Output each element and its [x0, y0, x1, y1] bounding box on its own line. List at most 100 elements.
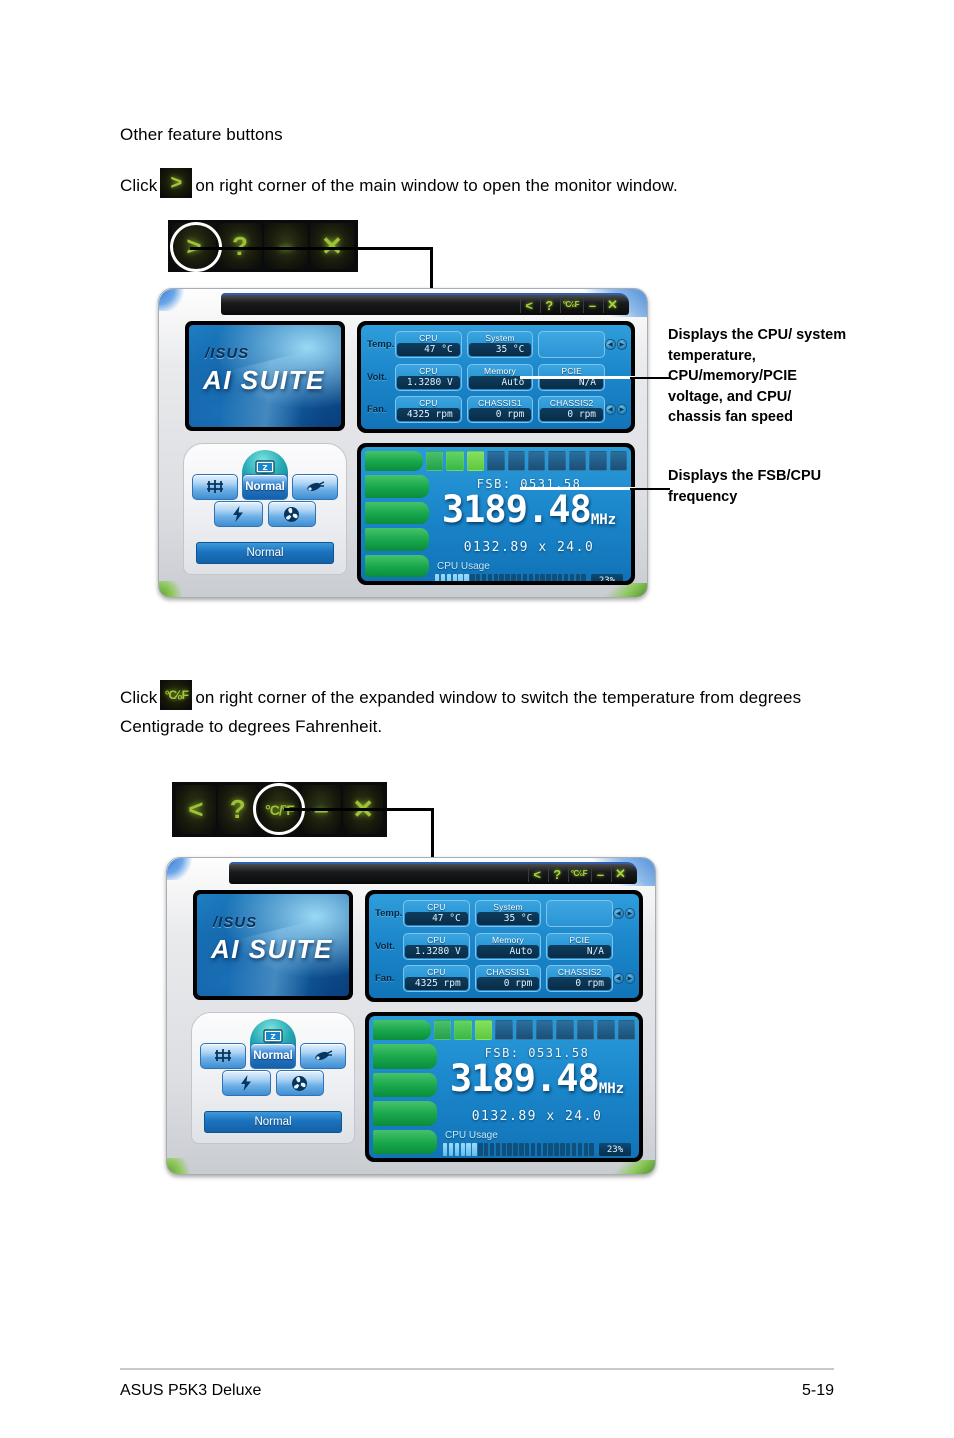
usage-tick — [577, 1143, 583, 1156]
mode-control-panel: Z Normal Normal — [191, 1012, 355, 1144]
usage-tick — [583, 1143, 588, 1156]
ai-booster-button[interactable] — [300, 1043, 346, 1069]
level-meter-primary-block — [365, 451, 423, 471]
lightning-bolt-icon — [233, 506, 244, 522]
window-titlebar: < ? °C⁄₀F – ✕ — [229, 862, 637, 884]
usage-tick — [571, 1143, 577, 1156]
paragraph-temperature-toggle: Click °C⁄₀F on right corner of the expande… — [120, 680, 880, 741]
cpu-fan-title: CPU — [419, 398, 438, 408]
asus-brand-text: /ISUS — [205, 345, 250, 362]
close-button[interactable]: ✕ — [603, 297, 621, 313]
cpu-fan-value: 4325 rpm — [405, 977, 468, 990]
level-segment — [556, 1020, 574, 1040]
cpu-temperature-cell: CPU 47 °C — [395, 331, 462, 358]
cpu-frequency-readout: 3189.48MHz — [443, 1060, 631, 1108]
level-meter-left-block — [365, 554, 429, 577]
fan-nav-arrows: ◀ ▶ — [613, 973, 635, 984]
level-meter-top — [365, 451, 628, 471]
temperature-prev-icon[interactable]: ◀ — [605, 339, 616, 350]
fan-prev-icon[interactable]: ◀ — [613, 973, 624, 984]
collapse-button[interactable]: < — [527, 866, 546, 882]
usage-tick — [472, 1143, 477, 1156]
usage-tick — [511, 574, 516, 581]
minimize-button[interactable]: – — [591, 866, 609, 882]
voltage-row: Volt. CPU 1.3280 V Memory Auto PCIE N/A — [371, 931, 635, 962]
usage-tick — [460, 1143, 465, 1156]
rocket-icon — [315, 1050, 333, 1061]
ai-gear-button[interactable] — [192, 474, 238, 500]
usage-tick — [495, 1143, 501, 1156]
level-meter-left-block — [373, 1129, 437, 1154]
callout-text-frequency: Displays the FSB/CPU frequency — [668, 468, 822, 505]
chassis2-fan-cell: CHASSIS2 0 rpm — [546, 965, 614, 992]
usage-tick — [581, 574, 586, 581]
level-segment — [425, 451, 444, 471]
usage-tick — [443, 1143, 448, 1156]
memory-voltage-value: Auto — [476, 944, 540, 958]
temperature-next-icon[interactable]: ▶ — [616, 339, 627, 350]
cpu-voltage-title: CPU — [427, 934, 446, 945]
level-meter-left-block — [373, 1044, 437, 1069]
level-segment — [454, 1020, 472, 1040]
callout-leader-horizontal-2 — [284, 808, 434, 811]
cpu-temperature-title: CPU — [427, 902, 446, 912]
temperature-unit-toggle-button[interactable]: °C⁄₀F — [567, 866, 589, 882]
level-segment — [466, 451, 485, 471]
titlebar-button-group: < ? °C⁄₀F – ✕ — [519, 297, 621, 313]
collapse-button[interactable]: < — [176, 785, 216, 834]
click-word-1: Click — [120, 176, 158, 195]
usage-tick — [458, 574, 463, 581]
level-meter-left — [373, 1044, 437, 1154]
cpu-fan-cell: CPU 4325 rpm — [395, 396, 462, 423]
minimize-button[interactable]: – — [583, 297, 601, 313]
close-button[interactable]: ✕ — [611, 866, 629, 882]
mode-control-panel: Z Normal Normal — [183, 443, 347, 575]
usage-tick — [575, 574, 580, 581]
callout-leader-horizontal-1 — [190, 247, 433, 250]
expand-button[interactable]: > — [172, 223, 216, 269]
cpu-voltage-title: CPU — [419, 365, 438, 376]
asus-brand-text: /ISUS — [213, 914, 258, 931]
mode-normal-button[interactable]: Normal — [250, 1043, 296, 1069]
ai-suite-title-text: AI SUITE — [211, 934, 333, 964]
cpu-temperature-title: CPU — [419, 333, 438, 343]
rocket-icon — [307, 481, 325, 492]
fan-next-icon[interactable]: ▶ — [624, 973, 635, 984]
temperature-unit-toggle-button[interactable]: °C⁄₀F — [559, 297, 581, 313]
temperature-nav-arrows: ◀ ▶ — [605, 339, 627, 350]
help-button[interactable]: ? — [539, 297, 558, 313]
help-button[interactable]: ? — [218, 223, 262, 269]
ai-fan-button[interactable] — [267, 501, 316, 527]
help-button[interactable]: ? — [547, 866, 566, 882]
callout-line-sensors — [630, 377, 670, 379]
lightning-bolt-icon — [241, 1075, 252, 1091]
ai-power-button[interactable] — [222, 1070, 271, 1096]
temperature-next-icon[interactable]: ▶ — [624, 908, 635, 919]
ai-power-button[interactable] — [214, 501, 263, 527]
logo-backdrop: /ISUS AI SUITE — [197, 894, 349, 996]
corner-accent-top-left — [167, 858, 193, 880]
corner-accent-top-left — [159, 289, 185, 311]
collapse-button[interactable]: < — [519, 297, 538, 313]
system-temperature-value: 35 °C — [468, 343, 532, 356]
fan-row-label: Fan. — [367, 404, 387, 415]
temperature-prev-icon[interactable]: ◀ — [613, 908, 624, 919]
gear-shift-icon — [215, 1049, 231, 1062]
mode-normal-button[interactable]: Normal — [242, 474, 288, 500]
hardware-monitor-panel: Temp. CPU 47 °C System 35 °C ◀ ▶ Volt. C… — [365, 890, 643, 1002]
ai-fan-button[interactable] — [275, 1070, 324, 1096]
ai-booster-button[interactable] — [292, 474, 338, 500]
fsb-multiplier-line: 0132.89 x 24.0 — [463, 540, 595, 555]
fan-prev-icon[interactable]: ◀ — [605, 404, 616, 415]
help-button[interactable]: ? — [217, 785, 258, 834]
minimize-button[interactable]: – — [264, 223, 308, 269]
fan-next-icon[interactable]: ▶ — [616, 404, 627, 415]
cpu-usage-bar — [443, 1143, 594, 1156]
usage-tick — [517, 574, 522, 581]
usage-tick — [558, 574, 563, 581]
voltage-row-label: Volt. — [367, 371, 387, 383]
close-button[interactable]: ✕ — [310, 223, 354, 269]
usage-tick — [499, 574, 504, 581]
window-titlebar: < ? °C⁄₀F – ✕ — [221, 293, 629, 315]
ai-gear-button[interactable] — [200, 1043, 246, 1069]
